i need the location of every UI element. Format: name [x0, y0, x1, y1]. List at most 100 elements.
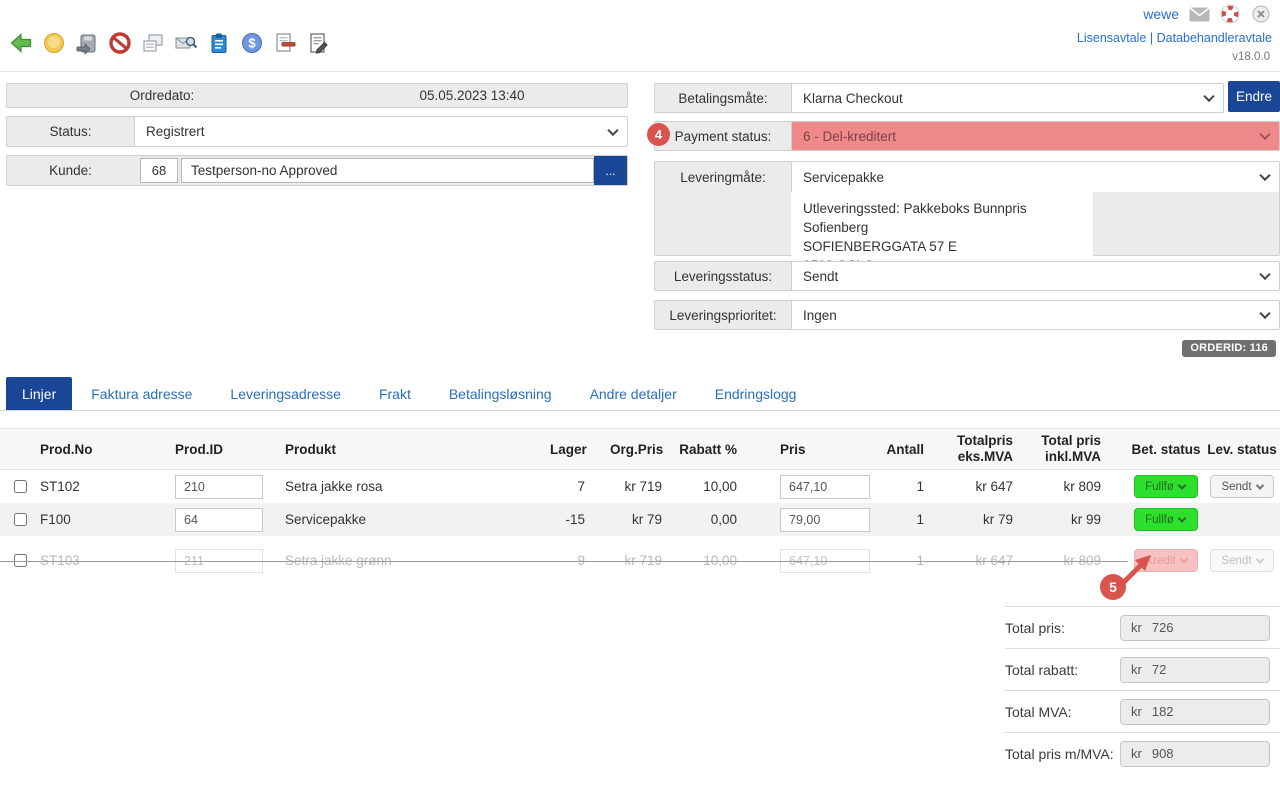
leveringmate-value: Servicepakke [803, 170, 884, 185]
orderid-badge: ORDERID: 116 [1182, 340, 1276, 357]
help-lifering-icon[interactable] [1219, 5, 1241, 23]
tab-endringslogg[interactable]: Endringslogg [696, 377, 816, 410]
leveringsprioritet-select[interactable]: Ingen [791, 301, 1279, 329]
row-checkbox[interactable] [14, 480, 27, 493]
license-link[interactable]: Lisensavtale [1077, 31, 1147, 45]
chevron-down-icon [1259, 129, 1270, 140]
cancel-icon[interactable] [107, 30, 133, 56]
cell-total-inkl: kr 99 [1040, 512, 1128, 527]
tab-linjer[interactable]: Linjer [6, 377, 72, 410]
total-pris-label: Total pris: [1005, 620, 1065, 636]
leveringmate-label: Leveringmåte: [655, 162, 791, 192]
user-link[interactable]: wewe [1143, 6, 1179, 22]
totals-panel: Total pris: kr726 Total rabatt: kr72 Tot… [1005, 606, 1280, 774]
payment-status-row: Payment status: 6 - Del-kreditert [654, 121, 1280, 151]
total-pris-value: 726 [1152, 620, 1174, 635]
tab-leveringsadresse[interactable]: Leveringsadresse [211, 377, 360, 410]
pris-field[interactable] [780, 508, 870, 532]
document-remove-icon[interactable] [272, 30, 298, 56]
col-header-orgpris: Org.Pris [610, 442, 672, 457]
chevron-down-icon [1179, 555, 1187, 563]
header-divider [0, 71, 1280, 72]
lev-status-value: Sendt [1221, 481, 1251, 493]
total-mva-row: Total MVA: kr182 [1005, 690, 1280, 732]
kunde-name-field[interactable] [181, 158, 594, 183]
toolbar: $ [8, 30, 331, 56]
mail-icon[interactable] [1188, 5, 1210, 23]
total-pris-mva-row: Total pris m/MVA: kr908 [1005, 732, 1280, 774]
dpa-link[interactable]: Databehandleravtale [1157, 31, 1272, 45]
status-select[interactable]: Registrert [134, 117, 627, 146]
cell-total-eks: kr 79 [952, 512, 1040, 527]
total-mva-field: kr182 [1120, 699, 1270, 725]
total-rabatt-field: kr72 [1120, 657, 1270, 683]
kunde-id-field[interactable] [140, 158, 178, 183]
cell-prodno: ST102 [40, 479, 175, 494]
cell-orgpris: kr 79 [610, 512, 672, 527]
currency-icon[interactable]: $ [239, 30, 265, 56]
print-copy-icon[interactable] [140, 30, 166, 56]
lev-status-select[interactable]: Sendt [1210, 475, 1274, 498]
status-value: Registrert [146, 124, 205, 139]
table-row: F100 Servicepakke -15 kr 79 0,00 1 kr 79… [0, 503, 1280, 536]
cell-rabatt: 10,00 [672, 479, 747, 494]
betalingsmate-select[interactable]: Klarna Checkout [791, 84, 1223, 112]
chevron-down-icon [1259, 170, 1270, 181]
cell-total-eks: kr 647 [952, 479, 1040, 494]
ordredato-label: Ordredato: [7, 84, 317, 107]
betalingsmate-value: Klarna Checkout [803, 91, 903, 106]
leveringsstatus-label: Leveringsstatus: [655, 262, 791, 290]
total-mva-label: Total MVA: [1005, 704, 1072, 720]
tab-betalingslosning[interactable]: Betalingsløsning [430, 377, 571, 410]
tab-faktura-adresse[interactable]: Faktura adresse [72, 377, 211, 410]
row-checkbox[interactable] [14, 513, 27, 526]
link-separator: | [1150, 31, 1153, 45]
tab-frakt[interactable]: Frakt [360, 377, 430, 410]
document-edit-icon[interactable] [305, 30, 331, 56]
leveringmate-select[interactable]: Servicepakke [791, 162, 1279, 192]
currency-prefix: kr [1131, 704, 1142, 719]
table-row-cancelled: ST103 Setra jakke grønn 9 kr 719 10,00 1… [0, 544, 1280, 577]
col-header-totalpris-inkl: Total pris inkl.MVA [1040, 433, 1128, 465]
back-icon[interactable] [8, 30, 34, 56]
total-pris-field: kr726 [1120, 615, 1270, 641]
total-rabatt-label: Total rabatt: [1005, 662, 1078, 678]
leveringsprioritet-row: Leveringsprioritet: Ingen [654, 300, 1280, 330]
step-badge-5-number: 5 [1109, 579, 1117, 595]
col-header-lager: Lager [550, 442, 610, 457]
col-header-prodno: Prod.No [40, 442, 175, 457]
mail-search-icon[interactable] [173, 30, 199, 56]
leveringsstatus-select[interactable]: Sendt [791, 262, 1279, 290]
bet-status-select[interactable]: Fullfø [1134, 508, 1198, 531]
tab-bar: Linjer Faktura adresse Leveringsadresse … [6, 377, 815, 410]
endre-button[interactable]: Endre [1228, 81, 1280, 112]
cell-orgpris: kr 719 [610, 479, 672, 494]
col-header-antall: Antall [877, 442, 952, 457]
kunde-browse-button[interactable]: ... [594, 156, 627, 185]
payment-status-select[interactable]: 6 - Del-kreditert [791, 122, 1279, 150]
clipboard-icon[interactable] [206, 30, 232, 56]
col-header-totalpris-eks: Totalpris eks.MVA [952, 433, 1040, 465]
cell-antall: 1 [877, 479, 952, 494]
delivery-address-line: Utleveringssted: Pakkeboks Bunnpris Sofi… [803, 199, 1081, 237]
version-label: v18.0.0 [1232, 51, 1270, 63]
coin-icon[interactable] [41, 30, 67, 56]
pris-field[interactable] [780, 475, 870, 499]
tab-andre-detaljer[interactable]: Andre detaljer [571, 377, 696, 410]
bet-status-select[interactable]: Fullfø [1134, 475, 1198, 498]
payment-status-label: Payment status: [655, 122, 791, 150]
cell-lager: -15 [550, 512, 610, 527]
ordredato-row: Ordredato: 05.05.2023 13:40 [6, 83, 628, 108]
close-icon[interactable] [1250, 5, 1272, 23]
lev-status-select[interactable]: Sendt [1210, 549, 1274, 572]
payment-status-value: 6 - Del-kreditert [803, 129, 896, 144]
kunde-row: Kunde: ... [6, 155, 628, 186]
prodid-field[interactable] [175, 475, 263, 499]
status-label: Status: [7, 117, 134, 146]
save-export-icon[interactable] [74, 30, 100, 56]
prodid-field[interactable] [175, 508, 263, 532]
kunde-label: Kunde: [7, 156, 134, 185]
col-header-prodid: Prod.ID [175, 442, 285, 457]
chevron-down-icon [607, 124, 618, 135]
step-badge-5-callout: 5 [1095, 547, 1165, 602]
